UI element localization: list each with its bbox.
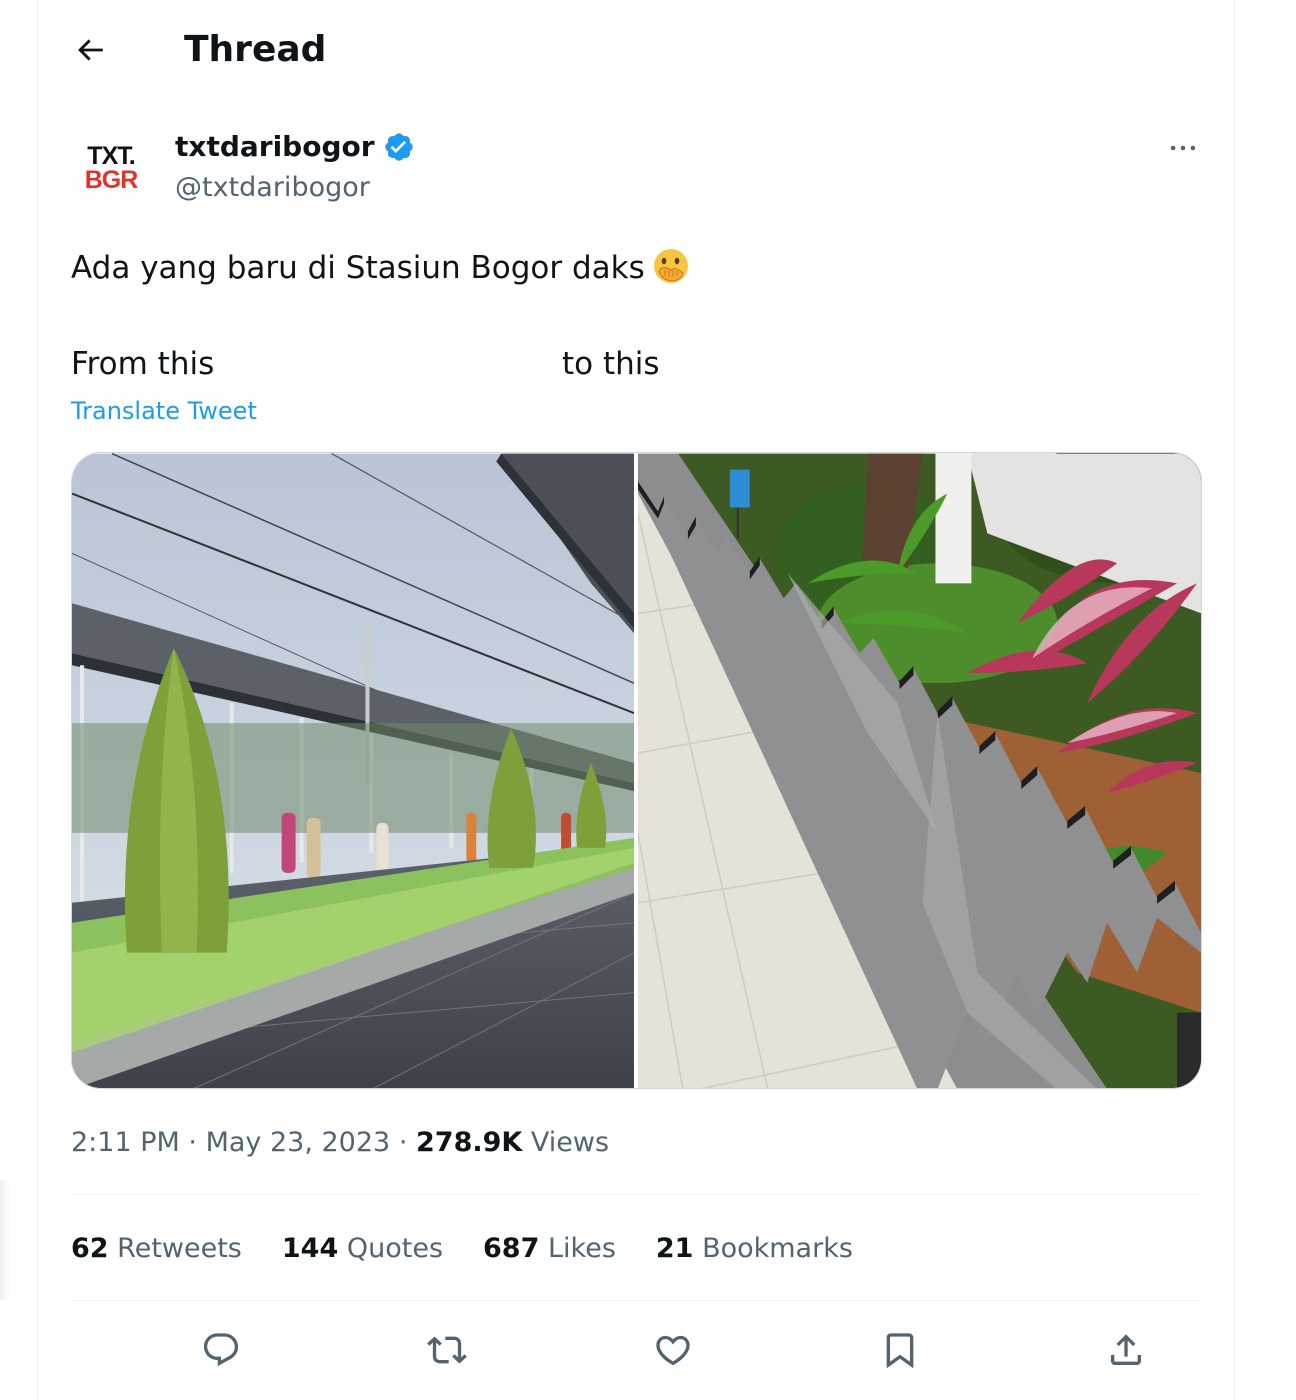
divider xyxy=(71,1194,1202,1195)
thread-header: Thread xyxy=(38,0,1234,100)
reply-button[interactable] xyxy=(195,1324,247,1376)
quotes-label: Quotes xyxy=(346,1233,444,1264)
retweet-icon xyxy=(427,1336,467,1364)
views-count: 278.9K xyxy=(416,1127,523,1158)
share-icon xyxy=(1111,1334,1141,1365)
station-platform-photo[interactable] xyxy=(72,453,634,1089)
avatar[interactable]: TXT. BGR xyxy=(71,128,151,208)
bookmarks-stat[interactable]: 21 Bookmarks xyxy=(656,1229,853,1269)
retweets-label: Retweets xyxy=(117,1233,242,1264)
tweet-text: Ada yang baru di Stasiun Bogor daks xyxy=(71,250,645,286)
bookmark-icon xyxy=(886,1333,914,1369)
avatar-text-bottom: BGR xyxy=(84,166,139,194)
like-icon xyxy=(656,1335,690,1366)
more-horizontal-icon xyxy=(1170,145,1196,151)
avatar-text-top: TXT. xyxy=(87,142,135,170)
meta-separator: · xyxy=(188,1127,197,1158)
arrow-left-icon xyxy=(78,39,103,61)
planter-edging-photo[interactable] xyxy=(638,453,1201,1089)
quotes-stat[interactable]: 144 Quotes xyxy=(282,1229,443,1269)
bookmark-button[interactable] xyxy=(874,1324,926,1376)
back-button[interactable] xyxy=(68,28,112,72)
reply-icon xyxy=(203,1333,239,1367)
tweet-text-to: to this xyxy=(562,346,660,382)
author-name-text: txtdaribogor xyxy=(175,130,375,163)
quotes-count: 144 xyxy=(281,1233,339,1264)
views-label: Views xyxy=(530,1127,610,1158)
face-with-hand-over-mouth-emoji xyxy=(653,249,688,283)
more-options-button[interactable] xyxy=(1158,128,1208,168)
like-button[interactable] xyxy=(647,1324,699,1376)
thread-column: Thread TXT. BGR txtdaribogor @txtdaribog… xyxy=(37,0,1235,1400)
tweet-date[interactable]: May 23, 2023 xyxy=(206,1127,391,1158)
retweets-stat[interactable]: 62 Retweets xyxy=(71,1229,242,1269)
author-handle[interactable]: @txtdaribogor xyxy=(175,170,370,206)
tweet-media-grid xyxy=(71,452,1202,1089)
retweet-button[interactable] xyxy=(421,1324,473,1376)
page-title: Thread xyxy=(184,29,327,70)
likes-label: Likes xyxy=(547,1233,616,1264)
author-display-name[interactable]: txtdaribogor xyxy=(175,128,415,166)
meta-separator: · xyxy=(398,1127,408,1158)
tweet-text-line-2: From this to this xyxy=(71,342,671,386)
tweet-text-line: Ada yang baru di Stasiun Bogor daks xyxy=(71,246,691,290)
verified-badge-icon xyxy=(384,133,413,161)
bookmarks-label: Bookmarks xyxy=(702,1233,853,1264)
engagement-stats: 62 Retweets 144 Quotes 687 Likes 21 Book… xyxy=(71,1229,853,1269)
likes-stat[interactable]: 687 Likes xyxy=(483,1229,616,1269)
tweet-action-bar xyxy=(71,1320,1202,1380)
translate-tweet-link[interactable]: Translate Tweet xyxy=(71,394,257,428)
share-button[interactable] xyxy=(1100,1324,1152,1376)
bookmarks-count: 21 xyxy=(655,1233,694,1264)
left-edge-shadow xyxy=(0,1180,10,1300)
tweet-meta: 2:11 PM · May 23, 2023 · 278.9K Views xyxy=(71,1123,609,1163)
retweets-count: 62 xyxy=(71,1233,109,1264)
divider xyxy=(71,1300,1202,1301)
tweet-text-from: From this xyxy=(71,346,215,382)
tweet-time[interactable]: 2:11 PM xyxy=(71,1127,180,1158)
likes-count: 687 xyxy=(483,1233,540,1264)
